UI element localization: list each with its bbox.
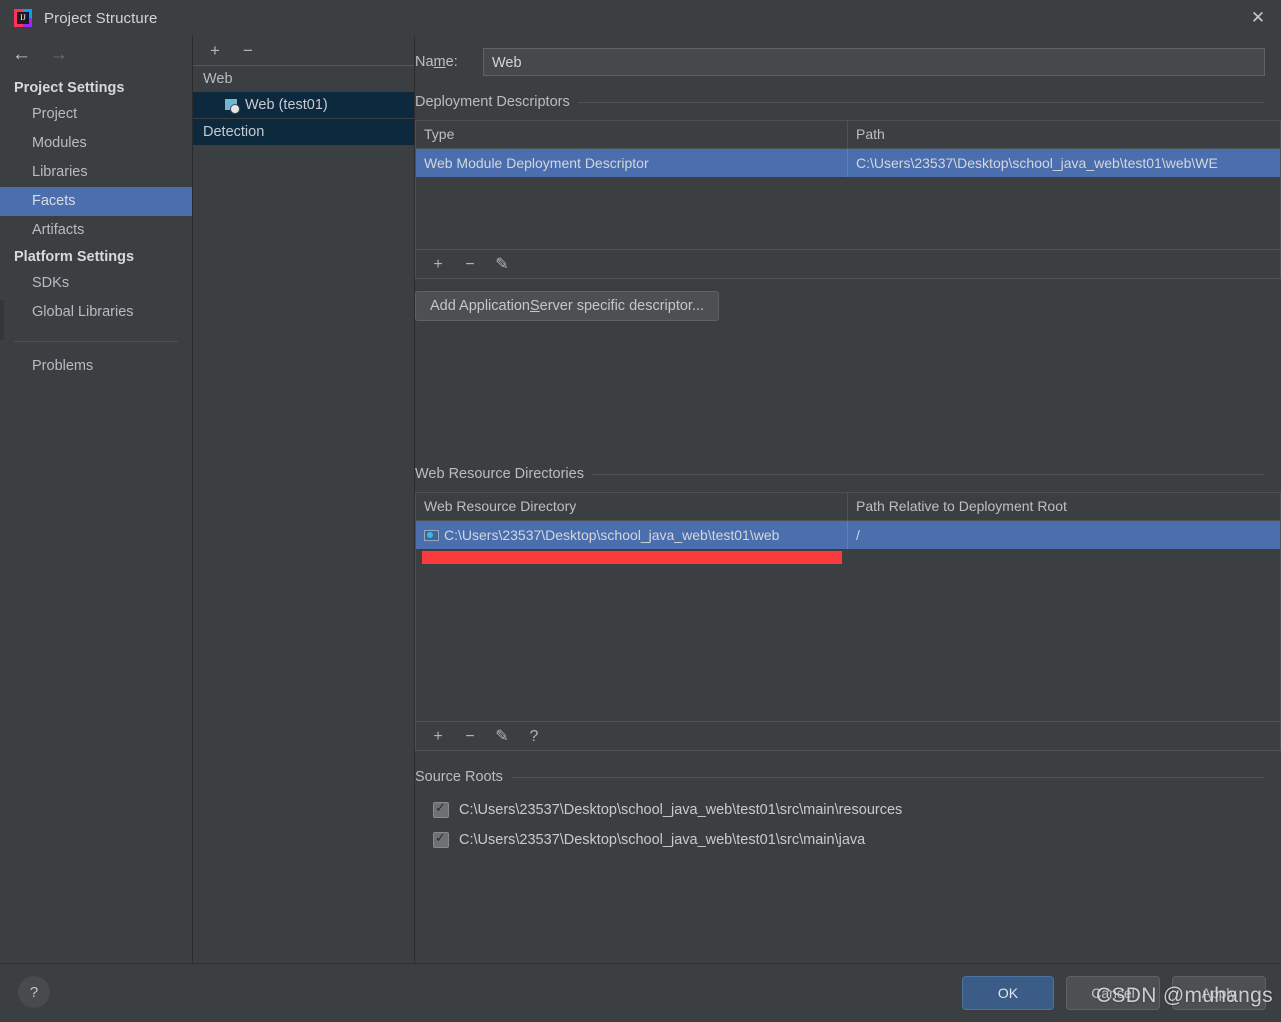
sidebar-item-problems[interactable]: Problems (0, 352, 192, 381)
nav-group-platform-settings: Platform Settings (14, 249, 135, 265)
window-title: Project Structure (44, 9, 158, 27)
deployment-descriptors-title: Deployment Descriptors (415, 94, 570, 110)
deployment-descriptors-toolbar: + − ✎ (415, 250, 1281, 279)
arrow-right-icon[interactable]: → (49, 45, 68, 64)
column-header-type: Type (416, 121, 848, 148)
name-input[interactable]: Web (483, 48, 1265, 76)
add-application-server-descriptor-button[interactable]: Add Application Server specific descript… (415, 291, 720, 321)
web-resource-directories-header: Web Resource Directories (415, 466, 1281, 482)
facets-tree-toolbar: + − (193, 36, 414, 66)
table-row[interactable]: Web Module Deployment Descriptor C:\User… (416, 149, 1280, 177)
section-rule (577, 101, 1265, 103)
table-body: Web Module Deployment Descriptor C:\User… (416, 149, 1280, 249)
column-header-path: Path (856, 126, 885, 142)
facets-tree-item-label: Web (test01) (245, 97, 328, 113)
sidebar-item-modules[interactable]: Modules (0, 129, 192, 158)
source-roots-list: C:\Users\23537\Desktop\school_java_web\t… (415, 795, 1281, 855)
facet-detail-panel: Name: Web Deployment Descriptors Type Pa… (415, 36, 1281, 964)
remove-directory-icon[interactable]: − (462, 728, 478, 745)
cell-path: C:\Users\23537\Desktop\school_java_web\t… (856, 155, 1218, 171)
sidebar-item-artifacts[interactable]: Artifacts (0, 216, 192, 245)
sidebar-item-global-libraries[interactable]: Global Libraries (0, 298, 192, 327)
web-facet-icon (225, 98, 240, 114)
annotation-highlight-bar (422, 551, 842, 564)
facets-tree-group-web: Web (203, 71, 233, 87)
cancel-button[interactable]: Cancel (1066, 976, 1160, 1010)
help-directory-icon[interactable]: ? (526, 728, 542, 745)
facets-tree-item-web-test01[interactable]: Web (test01) (193, 92, 414, 118)
facets-tree-item-detection[interactable]: Detection (193, 118, 414, 145)
sidebar-item-libraries[interactable]: Libraries (0, 158, 192, 187)
table-header: Type Path (416, 121, 1280, 149)
web-resource-directories-toolbar: + − ✎ ? (415, 722, 1281, 751)
table-body: C:\Users\23537\Desktop\school_java_web\t… (416, 521, 1280, 721)
title-bar: IJ Project Structure ✕ (0, 0, 1281, 36)
name-row: Name: Web (415, 48, 1281, 76)
sidebar-item-project[interactable]: Project (0, 100, 192, 129)
nav-arrows: ← → (0, 36, 192, 72)
add-descriptor-icon[interactable]: + (430, 256, 446, 273)
settings-nav-list: Project Settings Project Modules Librari… (0, 72, 192, 381)
table-header: Web Resource Directory Path Relative to … (416, 493, 1280, 521)
ok-button[interactable]: OK (962, 976, 1054, 1010)
table-row[interactable]: C:\Users\23537\Desktop\school_java_web\t… (416, 521, 1280, 549)
sidebar-item-sdks[interactable]: SDKs (0, 269, 192, 298)
window-edge-marker (0, 300, 4, 340)
deployment-descriptors-table: Type Path Web Module Deployment Descript… (415, 120, 1281, 250)
remove-descriptor-icon[interactable]: − (462, 256, 478, 273)
source-roots-header: Source Roots (415, 769, 1281, 785)
cell-directory-text: C:\Users\23537\Desktop\school_java_web\t… (444, 527, 780, 543)
help-icon[interactable]: ? (18, 976, 50, 1008)
cell-web-resource-directory: C:\Users\23537\Desktop\school_java_web\t… (416, 521, 848, 549)
source-roots-title: Source Roots (415, 769, 503, 785)
source-root-path: C:\Users\23537\Desktop\school_java_web\t… (459, 832, 866, 848)
dialog-footer: ? OK Cancel Apply (0, 963, 1281, 1022)
close-icon[interactable]: ✕ (1235, 0, 1281, 36)
apply-button[interactable]: Apply (1172, 976, 1266, 1010)
arrow-left-icon[interactable]: ← (12, 45, 31, 64)
list-item[interactable]: C:\Users\23537\Desktop\school_java_web\t… (415, 795, 1281, 825)
source-root-path: C:\Users\23537\Desktop\school_java_web\t… (459, 802, 903, 818)
edit-directory-icon[interactable]: ✎ (494, 728, 510, 745)
nav-group-project-settings: Project Settings (14, 80, 125, 96)
add-facet-icon[interactable]: + (207, 42, 223, 59)
source-root-checkbox[interactable] (433, 800, 449, 818)
edit-descriptor-icon[interactable]: ✎ (494, 256, 510, 273)
web-resource-directories-title: Web Resource Directories (415, 466, 584, 482)
section-rule (510, 776, 1265, 778)
list-item[interactable]: C:\Users\23537\Desktop\school_java_web\t… (415, 825, 1281, 855)
intellij-idea-icon: IJ (14, 9, 32, 27)
folder-icon (424, 529, 439, 541)
facets-tree-panel: + − Web Web (test01) Detection (193, 36, 415, 964)
column-header-web-resource-directory: Web Resource Directory (416, 493, 848, 520)
web-resource-directories-table: Web Resource Directory Path Relative to … (415, 492, 1281, 722)
cell-type: Web Module Deployment Descriptor (416, 149, 848, 177)
add-directory-icon[interactable]: + (430, 728, 446, 745)
column-header-path-relative: Path Relative to Deployment Root (856, 498, 1067, 514)
deployment-descriptors-header: Deployment Descriptors (415, 94, 1281, 110)
sidebar-item-facets[interactable]: Facets (0, 187, 192, 216)
project-structure-dialog: IJ Project Structure ✕ ← → Project Setti… (0, 0, 1281, 1022)
sidebar: ← → Project Settings Project Modules Lib… (0, 36, 193, 964)
remove-facet-icon[interactable]: − (240, 42, 256, 59)
name-label: Name: (415, 54, 458, 70)
section-rule (591, 473, 1265, 475)
sidebar-divider (14, 341, 178, 342)
cell-relative-path: / (856, 527, 860, 543)
source-root-checkbox[interactable] (433, 830, 449, 848)
